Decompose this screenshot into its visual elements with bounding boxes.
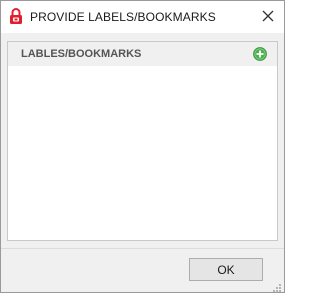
panel-title: LABLES/BOOKMARKS — [21, 48, 142, 60]
footer-divider — [1, 248, 284, 249]
ok-button[interactable]: OK — [189, 258, 263, 281]
close-button[interactable] — [260, 8, 276, 24]
dialog-window: PROVIDE LABELS/BOOKMARKS LABLES/BOOKMARK… — [0, 0, 285, 293]
window-title: PROVIDE LABELS/BOOKMARKS — [30, 10, 216, 24]
panel-header: LABLES/BOOKMARKS — [8, 42, 277, 66]
labels-panel: LABLES/BOOKMARKS — [7, 41, 278, 241]
lock-icon — [9, 8, 23, 25]
title-bar: PROVIDE LABELS/BOOKMARKS — [1, 1, 284, 33]
resize-grip-icon[interactable] — [272, 280, 282, 292]
add-label-button[interactable] — [253, 47, 267, 61]
add-circle-icon — [253, 47, 267, 61]
close-icon — [262, 10, 274, 22]
